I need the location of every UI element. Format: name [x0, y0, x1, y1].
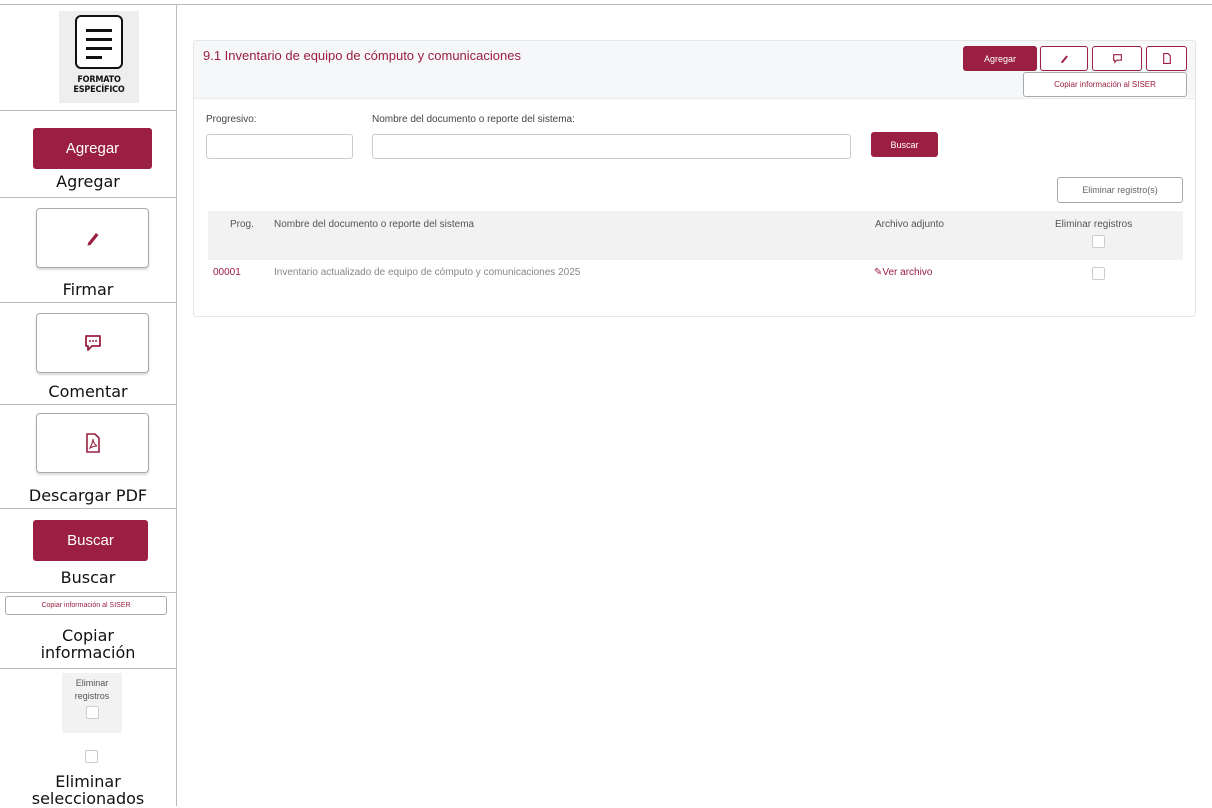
row-prog: 00001	[213, 267, 241, 278]
select-all-checkbox[interactable]	[1092, 235, 1105, 248]
legend-formato-cell: FORMATO ESPECÍFICO	[0, 5, 176, 111]
document-icon	[75, 15, 123, 69]
legend-firmar-cell: Firmar	[0, 198, 176, 303]
legend-buscar-caption: Buscar	[60, 568, 116, 587]
legend-pdf-caption: Descargar PDF	[28, 486, 148, 505]
row-nombre: Inventario actualizado de equipo de cómp…	[274, 267, 581, 278]
formato-especifico-badge: FORMATO ESPECÍFICO	[59, 11, 139, 103]
pdf-icon	[85, 433, 100, 453]
table-header: Prog. Nombre del documento o reporte del…	[208, 211, 1183, 260]
legend-comentar-caption: Comentar	[48, 382, 128, 401]
firmar-button[interactable]	[1040, 46, 1088, 71]
legend-comentar-button[interactable]	[36, 313, 149, 373]
progresivo-input[interactable]	[206, 134, 353, 159]
row-select-checkbox[interactable]	[1092, 267, 1105, 280]
legend-comentar-cell: Comentar	[0, 303, 176, 405]
legend-firmar-button[interactable]	[36, 208, 149, 268]
col-archivo-header: Archivo adjunto	[875, 219, 944, 230]
legend-eliminar-header-2: registros	[74, 691, 110, 701]
legend-buscar-cell: Buscar Buscar	[0, 509, 176, 593]
page-title: 9.1 Inventario de equipo de cómputo y co…	[203, 48, 521, 63]
legend-buscar-button[interactable]: Buscar	[33, 520, 148, 561]
progresivo-label: Progresivo:	[206, 114, 257, 125]
pen-icon	[87, 233, 98, 246]
comment-icon	[1112, 54, 1122, 64]
pdf-icon	[1162, 53, 1171, 64]
legend-pdf-button[interactable]	[36, 413, 149, 473]
formato-line1: FORMATO	[77, 75, 121, 85]
copiar-siser-button[interactable]: Copiar información al SISER	[1023, 72, 1187, 97]
legend-agregar-caption: Agregar	[56, 172, 120, 191]
legend-eliminar-header-1: Eliminar	[75, 678, 109, 688]
legend-agregar-cell: Agregar Agregar	[0, 111, 176, 198]
pen-icon	[1060, 55, 1068, 64]
legend-firmar-caption: Firmar	[62, 280, 114, 299]
pdf-button[interactable]	[1146, 46, 1187, 71]
legend-eliminar-row-checkbox[interactable]	[85, 750, 98, 763]
legend-pdf-cell: Descargar PDF	[0, 405, 176, 509]
inventory-panel: 9.1 Inventario de equipo de cómputo y co…	[193, 40, 1196, 317]
col-nombre-header: Nombre del documento o reporte del siste…	[274, 219, 475, 230]
buscar-button[interactable]: Buscar	[871, 132, 938, 157]
legend-copiar-button[interactable]: Copiar información al SISER	[5, 596, 167, 615]
comentar-button[interactable]	[1092, 46, 1142, 71]
formato-line2: ESPECÍFICO	[73, 85, 125, 95]
legend-eliminar-cell: Eliminar registros Eliminar seleccionado…	[0, 669, 176, 808]
top-divider	[177, 4, 1212, 5]
eliminar-registros-button[interactable]: Eliminar registro(s)	[1057, 177, 1183, 203]
col-prog-header: Prog.	[230, 219, 254, 230]
agregar-button[interactable]: Agregar	[963, 46, 1037, 71]
ver-archivo-link[interactable]: ✎Ver archivo	[874, 267, 932, 278]
legend-column: FORMATO ESPECÍFICO Agregar Agregar Firma…	[0, 4, 177, 808]
nombre-input[interactable]	[372, 134, 851, 159]
comment-icon	[84, 335, 101, 351]
legend-eliminar-header: Eliminar registros	[62, 673, 122, 733]
nombre-label: Nombre del documento o reporte del siste…	[372, 114, 575, 125]
legend-agregar-button[interactable]: Agregar	[33, 128, 152, 169]
legend-copiar-caption-2: información	[40, 643, 136, 662]
col-eliminar-header: Eliminar registros	[1055, 219, 1133, 230]
legend-eliminar-header-checkbox[interactable]	[85, 706, 99, 719]
legend-eliminar-caption-2: seleccionados	[31, 789, 145, 808]
legend-copiar-cell: Copiar información al SISER Copiar infor…	[0, 593, 176, 669]
